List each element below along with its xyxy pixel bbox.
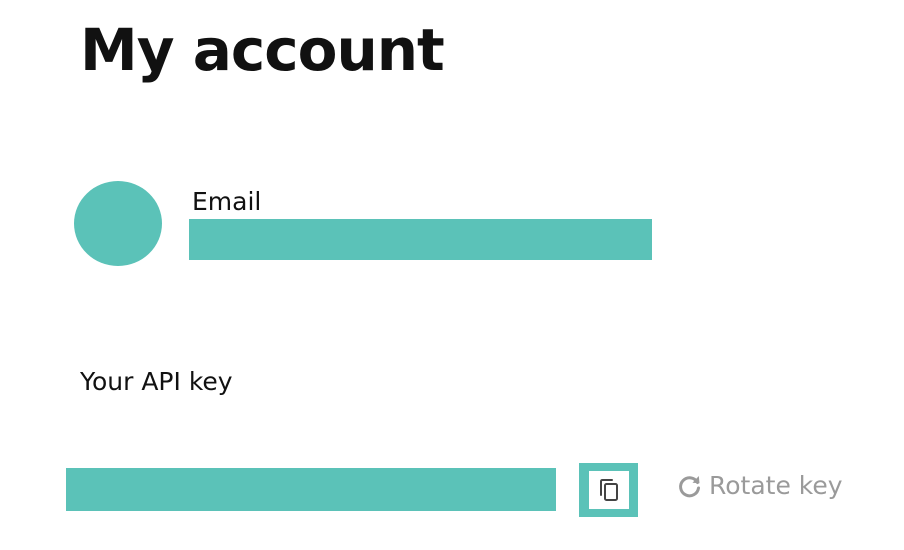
rotate-key-label: Rotate key [709, 471, 843, 500]
copy-api-key-button[interactable] [579, 463, 638, 517]
page-title: My account [80, 16, 445, 84]
email-label: Email [192, 187, 262, 216]
avatar [74, 181, 162, 266]
rotate-icon [679, 476, 700, 498]
api-key-value [66, 468, 556, 511]
rotate-key-button[interactable]: Rotate key [677, 470, 843, 502]
copy-icon [599, 479, 618, 501]
email-value [189, 219, 652, 260]
api-key-label: Your API key [80, 367, 233, 396]
copy-button-inner [588, 471, 629, 509]
rotate-icon-wrap [677, 473, 703, 499]
